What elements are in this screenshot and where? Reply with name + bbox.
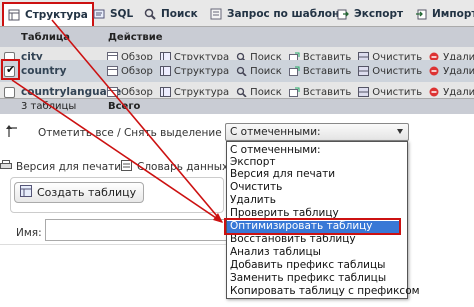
structure-label: Структура — [173, 65, 230, 77]
search-label: Поиск — [250, 86, 282, 98]
create-table-button[interactable]: Создать таблицу — [14, 182, 145, 203]
tab-query[interactable]: Запрос по шаблону — [206, 3, 350, 25]
table-header: Таблица Действие — [0, 27, 474, 47]
with-selected-select[interactable]: С отмеченными: — [225, 123, 409, 141]
search-label: Поиск — [250, 65, 282, 77]
table-count: 3 таблицы — [21, 101, 77, 112]
browse-icon — [107, 87, 118, 97]
empty-action[interactable]: Очистить — [358, 87, 422, 98]
table-name[interactable]: country — [21, 65, 66, 77]
delete-icon — [429, 66, 440, 76]
empty-icon — [358, 87, 370, 97]
browse-label: Обзор — [121, 86, 153, 98]
drop-action[interactable]: Удалить — [429, 87, 474, 98]
delete-icon — [429, 87, 440, 97]
tab-import-label: Импорт — [432, 8, 474, 20]
dropdown-option[interactable]: Экспорт — [230, 156, 276, 168]
print-label: Версия для печати — [16, 161, 122, 173]
create-table-label: Создать таблицу — [37, 186, 137, 199]
browse-action[interactable]: Обзор — [107, 66, 153, 77]
empty-icon — [358, 66, 370, 76]
new-table-icon — [20, 185, 32, 200]
insert-action[interactable]: Вставить — [288, 86, 352, 98]
insert-label: Вставить — [302, 86, 352, 98]
import-icon — [415, 8, 427, 20]
mark-all-link[interactable]: Отметить все / Снять выделение — [38, 127, 222, 139]
with-selected-value: С отмеченными: — [230, 126, 321, 138]
top-tab-bar: Структура SQL Поиск Запрос по шаблону Эк… — [0, 0, 474, 27]
tab-import[interactable]: Импорт — [411, 3, 474, 25]
dropdown-option[interactable]: Очистить — [230, 181, 282, 193]
dropdown-option[interactable]: Версия для печати — [230, 168, 335, 180]
row-actions: Обзор Структура Поиск Вставить Очистить … — [107, 66, 474, 77]
search-icon — [236, 66, 247, 77]
tab-search-label: Поиск — [161, 8, 198, 20]
structure-action[interactable]: Структура — [159, 65, 230, 77]
row-checkbox[interactable] — [4, 86, 15, 98]
table-name-input[interactable] — [45, 219, 227, 241]
print-icon — [0, 160, 12, 174]
column-header-table[interactable]: Таблица — [21, 32, 70, 43]
structure-icon — [8, 9, 20, 21]
export-icon — [337, 8, 349, 20]
tab-search[interactable]: Поиск — [140, 3, 202, 25]
row-actions: Обзор Структура Поиск Вставить Очистить … — [107, 87, 474, 98]
structure-action[interactable]: Структура — [159, 86, 230, 98]
insert-label: Вставить — [302, 65, 352, 77]
dictionary-icon — [121, 160, 133, 174]
print-view-link[interactable]: Версия для печати — [0, 160, 121, 174]
arrow-up-icon — [6, 124, 20, 138]
query-icon — [210, 8, 222, 20]
chevron-down-icon — [397, 129, 403, 134]
insert-action[interactable]: Вставить — [288, 65, 352, 77]
dropdown-option[interactable]: Копировать таблицу с префиксом — [230, 285, 420, 297]
structure-icon — [159, 87, 171, 97]
tab-export-label: Экспорт — [354, 8, 404, 20]
table-name-label: Имя: — [16, 227, 42, 239]
dropdown-option[interactable]: Заменить префикс таблицы — [230, 272, 386, 284]
tab-sql[interactable]: SQL — [89, 3, 137, 25]
tab-export[interactable]: Экспорт — [333, 3, 407, 25]
dropdown-option[interactable]: Удалить — [230, 194, 276, 206]
drop-action[interactable]: Удалить — [429, 66, 474, 77]
checkbox-highlight — [1, 59, 20, 80]
structure-icon — [159, 66, 171, 76]
dictionary-label: Словарь данных — [137, 161, 229, 173]
search-action[interactable]: Поиск — [236, 87, 282, 98]
search-action[interactable]: Поиск — [236, 66, 282, 77]
insert-icon — [288, 87, 300, 97]
option-highlight-box — [224, 218, 401, 235]
table-total: Всего — [108, 101, 141, 112]
empty-label: Очистить — [372, 65, 423, 77]
dropdown-option[interactable]: Добавить префикс таблицы — [230, 259, 385, 271]
search-icon — [236, 87, 247, 98]
browse-icon — [107, 66, 118, 76]
empty-action[interactable]: Очистить — [358, 66, 422, 77]
drop-label: Удалить — [443, 65, 474, 77]
dropdown-option[interactable]: Анализ таблицы — [230, 246, 321, 258]
dropdown-option[interactable]: С отмеченными: — [230, 144, 321, 156]
structure-label: Структура — [173, 86, 230, 98]
tab-query-label: Запрос по шаблону — [227, 8, 347, 20]
tab-sql-label: SQL — [110, 8, 134, 20]
sql-icon — [93, 8, 105, 20]
table-row: country Обзор Структура Поиск Вставить О… — [0, 60, 474, 82]
column-header-action: Действие — [108, 31, 163, 43]
search-icon — [144, 8, 156, 20]
data-dictionary-link[interactable]: Словарь данных — [121, 160, 228, 174]
browse-action[interactable]: Обзор — [107, 87, 153, 98]
bottom-panel — [0, 244, 230, 307]
drop-label: Удалить — [443, 86, 474, 98]
insert-icon — [288, 66, 300, 76]
tab-structure[interactable]: Структура — [2, 2, 94, 26]
empty-label: Очистить — [372, 86, 423, 98]
browse-label: Обзор — [121, 65, 153, 77]
tab-structure-label: Структура — [25, 9, 88, 21]
table-footer: 3 таблицы Всего — [0, 98, 474, 114]
